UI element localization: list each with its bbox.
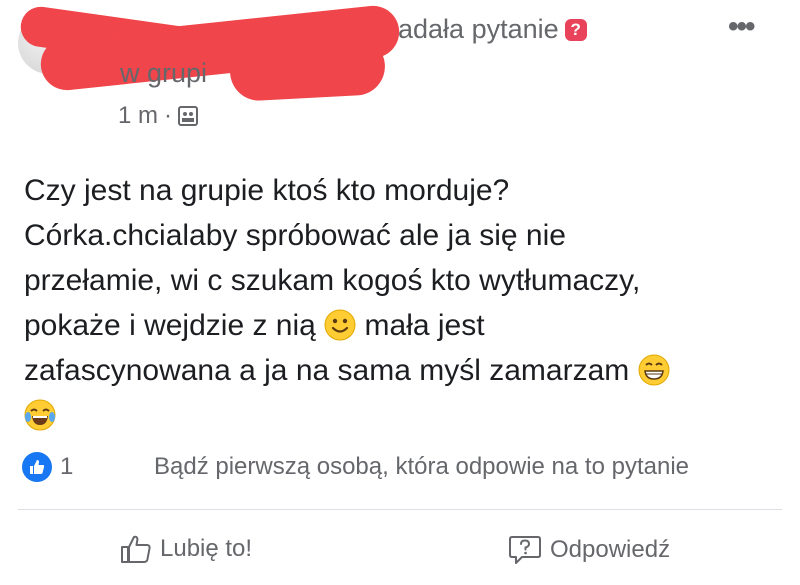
answer-button[interactable]: Odpowiedź <box>508 534 670 566</box>
post-timestamp[interactable]: 1 m · <box>118 102 199 130</box>
first-answer-prompt[interactable]: Bądź pierwszą osobą, która odpowie na to… <box>154 453 689 481</box>
group-privacy-icon <box>178 106 199 126</box>
grinning-face-emoji-icon <box>638 354 670 386</box>
question-badge-icon: ? <box>564 18 587 41</box>
like-reaction-icon <box>22 452 52 482</box>
asked-text: adała pytanie <box>398 14 559 44</box>
group-link[interactable]: w grupi <box>120 58 207 89</box>
separator-dot: · <box>164 102 173 129</box>
like-count: 1 <box>60 453 74 480</box>
like-button[interactable]: Lubię to! <box>120 534 252 564</box>
like-summary[interactable]: 1 <box>22 452 73 482</box>
tears-of-joy-emoji-icon <box>24 399 56 431</box>
post-line: pokaże i wejdzie z nią mała jest <box>24 303 784 348</box>
post-line: Córka.chcialaby spróbować ale ja się nie <box>24 219 566 252</box>
more-dots-icon[interactable]: ••• <box>728 10 755 44</box>
post-line-part: mała jest <box>364 309 485 342</box>
divider <box>18 509 782 510</box>
post-line: przełamie, wi c szukam kogoś kto wytłuma… <box>24 264 641 297</box>
like-button-label: Lubię to! <box>160 535 253 562</box>
post-line-part: zafascynowana a ja na sama myśl zamarzam <box>24 354 630 387</box>
redaction-mark <box>228 35 387 103</box>
post-line: Czy jest na grupie ktoś kto morduje? <box>24 174 510 207</box>
post-text: Czy jest na grupie ktoś kto morduje? Cór… <box>24 168 784 438</box>
question-bubble-icon <box>509 536 541 564</box>
post-line <box>24 393 784 438</box>
smiling-face-emoji-icon <box>324 309 356 341</box>
thumbs-up-icon <box>121 535 151 563</box>
asked-question-label: adała pytanie ? <box>398 14 587 45</box>
post-line-part: pokaże i wejdzie z nią <box>24 309 316 342</box>
answer-button-label: Odpowiedź <box>550 536 671 563</box>
time-text: 1 m <box>118 102 159 129</box>
post-line: zafascynowana a ja na sama myśl zamarzam <box>24 348 784 393</box>
